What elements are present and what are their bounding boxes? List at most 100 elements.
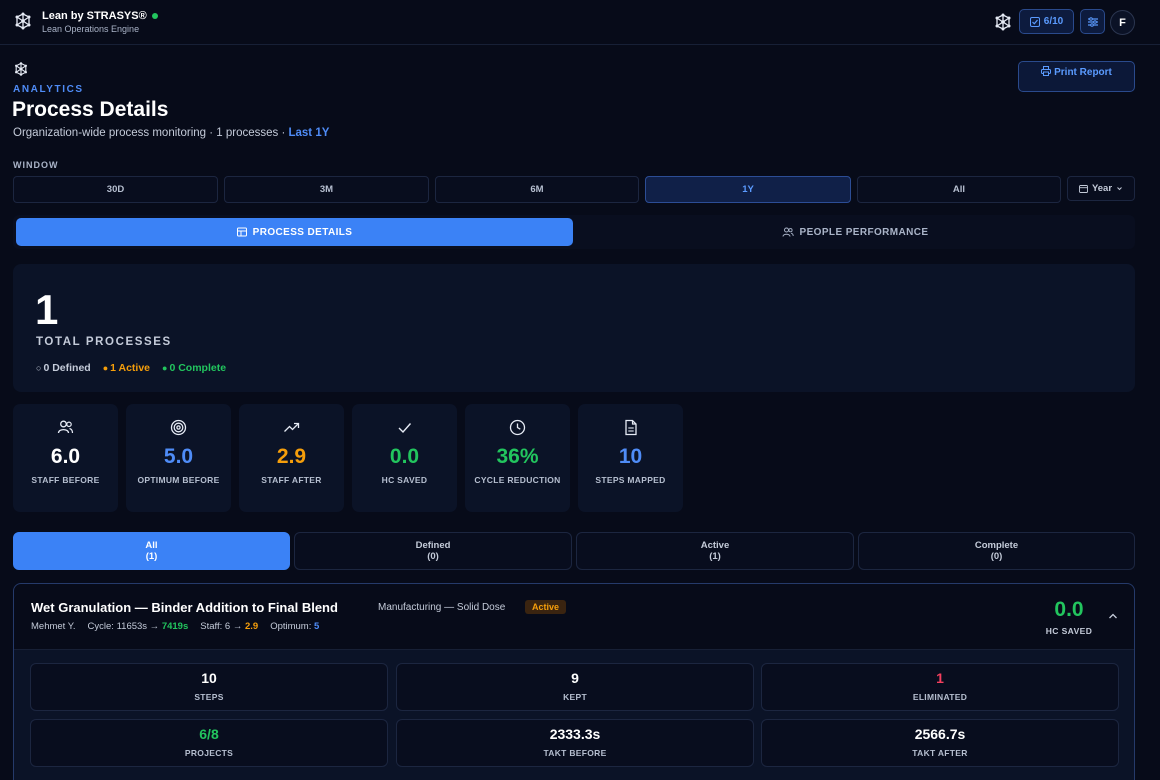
- filter-complete[interactable]: Complete (0): [858, 532, 1135, 570]
- metric-label: STAFF AFTER: [261, 475, 322, 485]
- status-defined-label: 0 Defined: [43, 362, 91, 374]
- stat-label: TAKT BEFORE: [543, 748, 607, 758]
- users-icon: [57, 420, 74, 434]
- window-option-6m[interactable]: 6M: [435, 176, 639, 203]
- hc-saved-label: HC SAVED: [1045, 626, 1093, 636]
- section-eyebrow: ANALYTICS: [13, 84, 84, 95]
- chevron-up-icon[interactable]: [1107, 610, 1119, 622]
- progress-button[interactable]: 6/10: [1019, 9, 1074, 34]
- check-icon: [398, 423, 412, 434]
- optimum-label: Optimum:: [270, 621, 314, 632]
- metric-value: 36%: [496, 445, 539, 468]
- metric-label: CYCLE REDUCTION: [474, 475, 561, 485]
- stat-label: PROJECTS: [184, 748, 234, 758]
- metric-value: 5.0: [163, 445, 194, 468]
- status-badge: Active: [525, 600, 567, 614]
- process-cycle: Cycle: 11653s → 7419s: [88, 621, 189, 632]
- network-icon[interactable]: [993, 12, 1013, 32]
- cycle-label: Cycle: 11653s →: [87, 621, 162, 632]
- stat-takt-after: 2566.7s TAKT AFTER: [761, 719, 1119, 767]
- metric-value: 2.9: [276, 445, 307, 468]
- metric-staff-before: 6.0 STAFF BEFORE: [13, 404, 118, 512]
- tab-people-performance-label: PEOPLE PERFORMANCE: [799, 226, 929, 238]
- metric-label: HC SAVED: [381, 475, 428, 485]
- filter-label: Complete: [974, 540, 1019, 551]
- window-option-1y[interactable]: 1Y: [645, 176, 851, 203]
- print-report-button[interactable]: Print Report: [1018, 61, 1135, 92]
- metric-value: 6.0: [50, 445, 81, 468]
- chevron-down-icon: [1117, 187, 1122, 191]
- process-staff: Staff: 6 → 2.9: [200, 621, 258, 632]
- metric-label: OPTIMUM BEFORE: [137, 475, 220, 485]
- window-option-all[interactable]: All: [857, 176, 1061, 203]
- filter-count: (1): [145, 551, 158, 562]
- settings-button[interactable]: [1080, 9, 1105, 34]
- total-processes-value: 1: [35, 286, 59, 333]
- hc-saved-value: 0.0: [1054, 598, 1084, 621]
- status-complete: ● 0 Complete: [162, 362, 227, 374]
- metric-staff-after: 2.9 STAFF AFTER: [239, 404, 344, 512]
- year-select-value: Year: [1091, 183, 1113, 194]
- stat-label: TAKT AFTER: [912, 748, 968, 758]
- online-status-dot: [151, 13, 158, 19]
- process-card-body: 10 STEPS 9 KEPT 1 ELIMINATED 6/8 PROJECT…: [14, 649, 1134, 780]
- tab-people-performance[interactable]: PEOPLE PERFORMANCE: [577, 218, 1133, 246]
- process-category: Manufacturing — Solid Dose: [378, 602, 506, 613]
- stat-kept: 9 KEPT: [396, 663, 754, 711]
- metric-label: STAFF BEFORE: [31, 475, 100, 485]
- window-option-3m[interactable]: 3M: [224, 176, 429, 203]
- top-bar: Lean by STRASYS® Lean Operations Engine …: [0, 0, 1160, 45]
- tab-process-details[interactable]: PROCESS DETAILS: [16, 218, 573, 246]
- view-tabs: PROCESS DETAILS PEOPLE PERFORMANCE: [13, 215, 1135, 249]
- process-card-header[interactable]: Wet Granulation — Binder Addition to Fin…: [14, 584, 1134, 649]
- trend-up-icon: [284, 422, 300, 432]
- status-defined: ○ 0 Defined: [36, 362, 91, 374]
- users-icon: [782, 227, 794, 237]
- network-logo-icon: [15, 12, 31, 30]
- filter-defined[interactable]: Defined (0): [294, 532, 572, 570]
- stat-label: KEPT: [563, 692, 587, 702]
- process-title: Wet Granulation — Binder Addition to Fin…: [31, 600, 338, 615]
- process-card: Wet Granulation — Binder Addition to Fin…: [13, 583, 1135, 780]
- filter-label: All: [145, 540, 158, 551]
- brand[interactable]: Lean by STRASYS® Lean Operations Engine: [42, 10, 158, 34]
- tab-process-details-label: PROCESS DETAILS: [252, 226, 353, 238]
- stat-value: 1: [936, 670, 944, 686]
- printer-icon: [1041, 66, 1052, 76]
- metric-label: STEPS MAPPED: [595, 475, 666, 485]
- stat-value: 2566.7s: [914, 726, 966, 742]
- page-subtitle: Organization-wide process monitoring · 1…: [13, 127, 329, 139]
- stat-label: ELIMINATED: [912, 692, 968, 702]
- cycle-after: 7419s: [161, 621, 189, 632]
- page-title: Process Details: [12, 98, 169, 121]
- filter-all[interactable]: All (1): [13, 532, 290, 570]
- stat-eliminated: 1 ELIMINATED: [761, 663, 1119, 711]
- progress-count: 6/10: [1043, 16, 1064, 27]
- filter-label: Defined: [415, 540, 451, 551]
- user-avatar[interactable]: F: [1110, 10, 1135, 35]
- filter-label: Active: [700, 540, 730, 551]
- stat-takt-before: 2333.3s TAKT BEFORE: [396, 719, 754, 767]
- staff-after: 2.9: [244, 621, 259, 632]
- sliders-icon: [1087, 16, 1098, 27]
- stat-projects: 6/8 PROJECTS: [30, 719, 388, 767]
- process-meta: Mehmet Y. Cycle: 11653s → 7419s Staff: 6…: [31, 621, 319, 632]
- status-active-label: 1 Active: [110, 362, 151, 374]
- subtitle-range: Last 1Y: [288, 127, 330, 139]
- metric-value: 0.0: [389, 445, 420, 468]
- status-breakdown: ○ 0 Defined ● 1 Active ● 0 Complete: [36, 362, 226, 374]
- window-label: WINDOW: [13, 160, 59, 170]
- window-option-30d[interactable]: 30D: [13, 176, 218, 203]
- filter-active[interactable]: Active (1): [576, 532, 854, 570]
- calendar-icon: [1079, 185, 1088, 193]
- total-processes-label: TOTAL PROCESSES: [36, 336, 172, 348]
- metric-cycle-reduction: 36% CYCLE REDUCTION: [465, 404, 570, 512]
- metric-hc-saved: 0.0 HC SAVED: [352, 404, 457, 512]
- year-select[interactable]: Year: [1067, 176, 1135, 201]
- print-report-label: Print Report: [1054, 67, 1112, 78]
- metric-value: 10: [618, 445, 643, 468]
- filter-count: (0): [427, 551, 439, 562]
- process-optimum: Optimum: 5: [270, 621, 319, 632]
- clock-icon: [509, 419, 526, 436]
- checkbox-icon: [1029, 16, 1040, 27]
